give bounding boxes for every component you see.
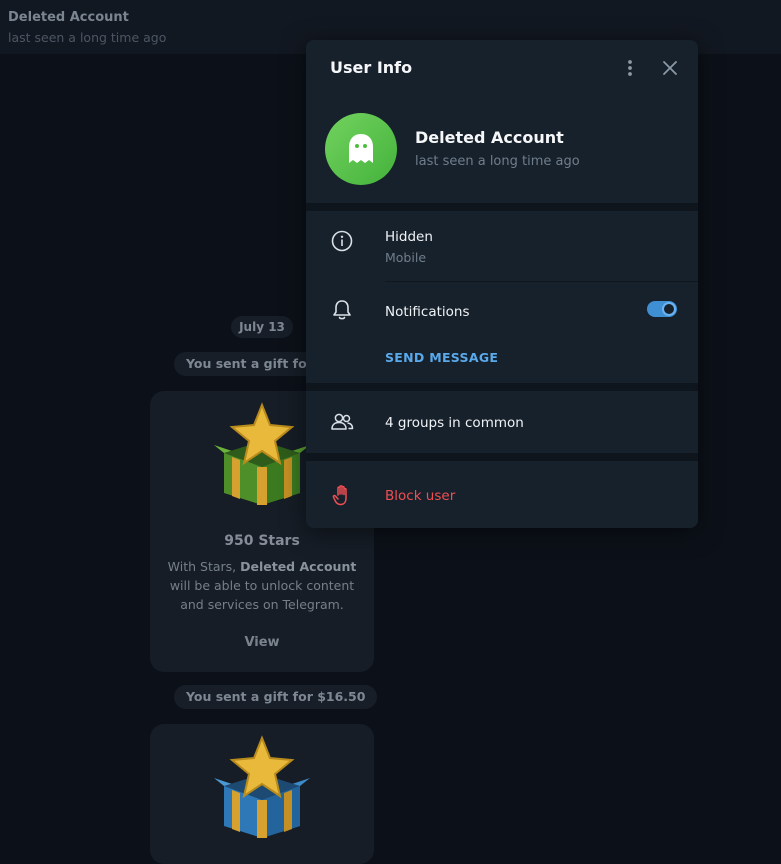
close-icon[interactable] — [655, 53, 685, 83]
notifications-toggle[interactable] — [647, 301, 677, 317]
ghost-icon — [349, 134, 373, 163]
phone-label: Mobile — [385, 250, 427, 265]
date-separator: July 13 — [231, 316, 293, 338]
user-info-dialog: User Info Deleted Account last seen a lo… — [306, 40, 698, 528]
profile-name: Deleted Account — [415, 128, 564, 147]
notifications-label[interactable]: Notifications — [385, 304, 470, 320]
bell-icon — [330, 298, 354, 322]
section-separator — [306, 453, 698, 461]
chat-status: last seen a long time ago — [8, 30, 167, 45]
chat-title: Deleted Account — [8, 10, 129, 25]
gift-description: With Stars, Deleted Account will be able… — [167, 559, 357, 612]
block-user-button[interactable]: Block user — [385, 488, 455, 504]
gift-box-blue-icon — [214, 735, 310, 838]
divider — [385, 281, 698, 282]
groups-in-common[interactable]: 4 groups in common — [385, 415, 524, 431]
send-message-button[interactable]: SEND MESSAGE — [385, 350, 498, 365]
view-gift-button[interactable]: View — [150, 635, 374, 650]
gift-title: 950 Stars — [224, 533, 300, 549]
dialog-title: User Info — [330, 58, 413, 77]
hand-stop-icon — [330, 483, 354, 507]
section-separator — [306, 203, 698, 211]
more-vertical-icon[interactable] — [615, 53, 645, 83]
gift-box-green-icon — [214, 402, 310, 505]
avatar[interactable] — [325, 113, 397, 185]
service-message: You sent a gift for $16.50 — [174, 685, 378, 709]
profile-status: last seen a long time ago — [415, 154, 580, 169]
section-separator — [306, 383, 698, 391]
gift-card[interactable] — [150, 724, 374, 864]
users-icon — [330, 410, 354, 434]
phone-value[interactable]: Hidden — [385, 229, 433, 245]
toggle-knob — [662, 302, 676, 316]
info-icon — [330, 229, 354, 253]
